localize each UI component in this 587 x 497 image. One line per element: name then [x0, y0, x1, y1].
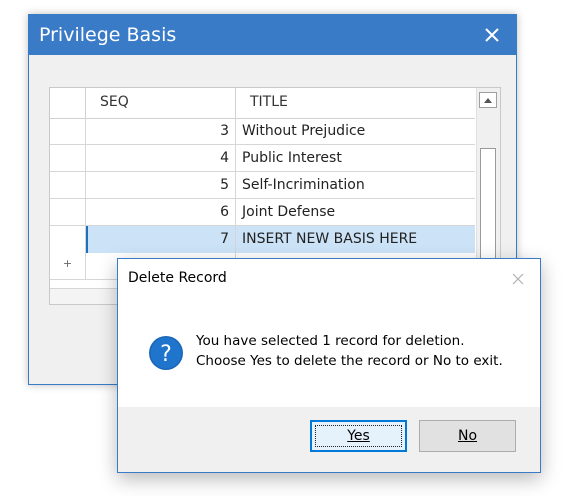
table-row[interactable]: 6 Joint Defense — [50, 199, 475, 226]
table-row[interactable]: 3 Without Prejudice — [50, 118, 475, 145]
grid-header: SEQ TITLE — [50, 88, 475, 119]
cell-seq[interactable]: 3 — [86, 118, 236, 145]
row-selector-header[interactable] — [50, 88, 86, 118]
no-button[interactable]: No — [419, 420, 516, 452]
delete-record-dialog: Delete Record ? You have selected 1 reco… — [117, 258, 541, 473]
close-icon — [512, 273, 524, 285]
focus-rectangle — [315, 425, 402, 447]
dialog-title: Delete Record — [128, 270, 227, 286]
cell-title[interactable]: INSERT NEW BASIS HERE — [236, 226, 475, 253]
column-header-title[interactable]: TITLE — [236, 88, 475, 118]
row-selector[interactable] — [50, 118, 86, 145]
table-row[interactable]: 4 Public Interest — [50, 145, 475, 172]
dialog-titlebar[interactable]: Delete Record — [118, 259, 540, 299]
scroll-up-button[interactable] — [479, 92, 497, 108]
chevron-up-icon — [484, 98, 492, 103]
column-header-seq[interactable]: SEQ — [86, 88, 236, 118]
cell-seq[interactable]: 7 — [86, 226, 236, 253]
cell-seq[interactable]: 5 — [86, 172, 236, 199]
cell-title[interactable]: Joint Defense — [236, 199, 475, 226]
svg-text:?: ? — [160, 342, 172, 367]
window-close-button[interactable] — [468, 15, 516, 55]
dialog-message-line2: Choose Yes to delete the record or No to… — [196, 353, 503, 369]
cell-seq[interactable]: 6 — [86, 199, 236, 226]
dialog-close-button[interactable] — [506, 267, 530, 291]
row-selector[interactable] — [50, 145, 86, 172]
dialog-button-bar: Yes No — [118, 407, 540, 472]
dialog-body: ? You have selected 1 record for deletio… — [118, 299, 540, 407]
row-selector[interactable] — [50, 226, 86, 253]
new-row-marker: + — [50, 253, 86, 280]
no-button-label: No — [457, 428, 478, 444]
close-icon — [485, 28, 499, 42]
window-titlebar[interactable]: Privilege Basis — [29, 15, 516, 55]
table-row-selected[interactable]: 7 INSERT NEW BASIS HERE — [50, 226, 475, 253]
cell-seq[interactable]: 4 — [86, 145, 236, 172]
row-selector[interactable] — [50, 172, 86, 199]
row-selector[interactable] — [50, 199, 86, 226]
cell-title[interactable]: Public Interest — [236, 145, 475, 172]
table-row[interactable]: 5 Self-Incrimination — [50, 172, 475, 199]
cell-title[interactable]: Self-Incrimination — [236, 172, 475, 199]
cell-title[interactable]: Without Prejudice — [236, 118, 475, 145]
yes-button[interactable]: Yes — [310, 420, 407, 452]
dialog-message-line1: You have selected 1 record for deletion. — [196, 333, 465, 349]
question-icon: ? — [149, 336, 183, 370]
window-title: Privilege Basis — [39, 24, 177, 46]
